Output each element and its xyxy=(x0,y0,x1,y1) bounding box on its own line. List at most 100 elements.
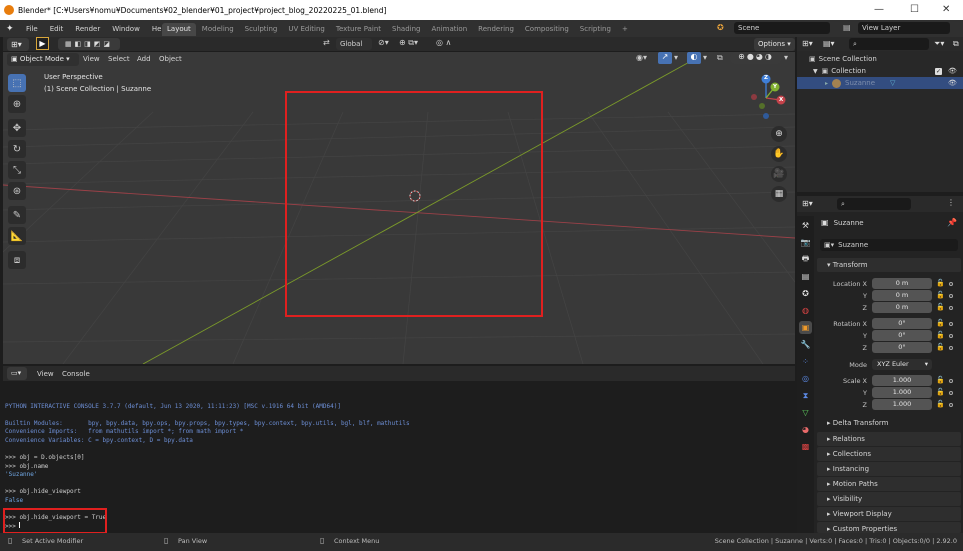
panel-custom-properties[interactable]: ▸ Custom Properties xyxy=(817,522,961,533)
properties-search-input[interactable]: ⌕ xyxy=(837,198,911,210)
lock-icon[interactable]: 🔓 xyxy=(936,319,945,327)
lock-icon[interactable]: 🔓 xyxy=(936,343,945,351)
minimize-button[interactable]: — xyxy=(874,4,884,15)
add-cube-tool-icon[interactable]: ⧈ xyxy=(8,251,26,269)
expand-arrow-icon[interactable]: ▼ xyxy=(813,68,818,75)
modifier-tab-icon[interactable]: 🔧 xyxy=(799,338,812,351)
physics-tab-icon[interactable]: ◎ xyxy=(799,372,812,385)
keyframe-dot[interactable] xyxy=(949,379,953,383)
panel-visibility[interactable]: ▸ Visibility xyxy=(817,492,961,506)
select-box-tool-icon[interactable]: ⬚ xyxy=(8,74,26,92)
tool-tab-icon[interactable]: ⚒ xyxy=(799,219,812,232)
object-name-field[interactable]: ▣▾ Suzanne xyxy=(820,239,958,251)
location-z-field[interactable]: 0 m xyxy=(872,302,932,313)
keyframe-dot[interactable] xyxy=(949,282,953,286)
tab-sculpting[interactable]: Sculpting xyxy=(240,23,283,36)
rotation-x-field[interactable]: 0° xyxy=(872,318,932,329)
properties-editor-type-icon[interactable]: ⊞▾ xyxy=(802,199,813,208)
panel-instancing[interactable]: ▸ Instancing xyxy=(817,462,961,476)
cursor-tool-icon[interactable]: ⊕ xyxy=(8,95,26,113)
zoom-icon[interactable]: ⊕ xyxy=(771,126,787,142)
keyframe-dot[interactable] xyxy=(949,306,953,310)
location-y-field[interactable]: 0 m xyxy=(872,290,932,301)
keyframe-dot[interactable] xyxy=(949,346,953,350)
editor-type-icon[interactable]: ⊞▾ xyxy=(7,38,29,51)
rotation-y-field[interactable]: 0° xyxy=(872,330,932,341)
particles-tab-icon[interactable]: ⁘ xyxy=(799,355,812,368)
visibility-eye-icon[interactable]: 👁 xyxy=(948,67,957,75)
keyframe-dot[interactable] xyxy=(949,334,953,338)
scene-selector[interactable]: Scene xyxy=(734,22,830,34)
pin-icon[interactable]: 📌 xyxy=(947,218,957,227)
overlay-dropdown-icon[interactable]: ▾ xyxy=(703,53,707,62)
output-tab-icon[interactable]: 🖶 xyxy=(799,253,812,266)
pivot-point-icon[interactable]: ⊘▾ xyxy=(378,38,389,47)
delta-transform-subpanel[interactable]: ▸ Delta Transform xyxy=(827,419,888,427)
transform-orientation-select[interactable]: Global xyxy=(336,38,372,50)
keyframe-dot[interactable] xyxy=(949,403,953,407)
maximize-button[interactable]: ☐ xyxy=(910,4,919,15)
scale-z-field[interactable]: 1.000 xyxy=(872,399,932,410)
view-layer-tab-icon[interactable]: ▤ xyxy=(799,270,812,283)
new-collection-icon[interactable]: ⧉ xyxy=(953,39,959,49)
measure-tool-icon[interactable]: 📐 xyxy=(8,227,26,245)
outliner-row-scene-collection[interactable]: ▣ Scene Collection xyxy=(809,55,877,63)
viewport-menu-object[interactable]: Object xyxy=(159,55,182,63)
gizmo-dropdown-icon[interactable]: ▾ xyxy=(674,53,678,62)
proportional-editing-icon[interactable]: ◎ ∧ xyxy=(436,38,451,47)
overlay-toggle-icon[interactable]: ◐ xyxy=(687,52,701,64)
viewport-menu-add[interactable]: Add xyxy=(137,55,151,63)
menu-window[interactable]: Window xyxy=(112,25,140,33)
expand-arrow-icon[interactable]: ▸ xyxy=(825,80,828,87)
viewport-menu-view[interactable]: View xyxy=(83,55,100,63)
world-tab-icon[interactable]: ◍ xyxy=(799,304,812,317)
object-tab-icon[interactable]: ▣ xyxy=(799,321,812,334)
tab-uv-editing[interactable]: UV Editing xyxy=(283,23,330,36)
gizmo-toggle-icon[interactable]: ↗ xyxy=(658,52,672,64)
select-mode-icons[interactable]: ▦◧◨◩◪ xyxy=(58,38,120,50)
panel-motion-paths[interactable]: ▸ Motion Paths xyxy=(817,477,961,491)
display-mode-icon[interactable]: ▤▾ xyxy=(823,39,835,48)
pan-hand-icon[interactable]: ✋ xyxy=(771,146,787,162)
visibility-icon[interactable]: ◉▾ xyxy=(636,53,647,62)
rotate-tool-icon[interactable]: ↻ xyxy=(8,140,26,158)
scene-tab-icon[interactable]: ✪ xyxy=(799,287,812,300)
camera-view-icon[interactable]: 🎥 xyxy=(771,166,787,182)
lock-icon[interactable]: 🔓 xyxy=(936,376,945,384)
close-button[interactable]: ✕ xyxy=(942,4,950,15)
view-layer-selector[interactable]: View Layer xyxy=(858,22,950,34)
panel-viewport-display[interactable]: ▸ Viewport Display xyxy=(817,507,961,521)
tab-shading[interactable]: Shading xyxy=(387,23,425,36)
3d-viewport[interactable]: User Perspective (1) Scene Collection | … xyxy=(3,52,795,364)
scale-y-field[interactable]: 1.000 xyxy=(872,387,932,398)
keyframe-dot[interactable] xyxy=(949,391,953,395)
lock-icon[interactable]: 🔓 xyxy=(936,400,945,408)
keyframe-dot[interactable] xyxy=(949,294,953,298)
texture-tab-icon[interactable]: ▩ xyxy=(799,440,812,453)
options-dropdown[interactable]: Options ▾ xyxy=(754,38,795,51)
xray-icon[interactable]: ⧉ xyxy=(717,53,723,63)
menu-edit[interactable]: Edit xyxy=(50,25,64,33)
panel-relations[interactable]: ▸ Relations xyxy=(817,432,961,446)
object-mode-select[interactable]: ▣ Object Mode ▾ xyxy=(7,53,79,66)
outliner-search-input[interactable]: ⌕ xyxy=(849,38,929,50)
rotation-mode-select[interactable]: XYZ Euler ▾ xyxy=(872,359,932,370)
add-workspace-button[interactable]: + xyxy=(617,23,633,36)
select-tool-icon[interactable]: ▶ xyxy=(36,37,49,50)
lock-icon[interactable]: 🔓 xyxy=(936,279,945,287)
move-tool-icon[interactable]: ✥ xyxy=(8,119,26,137)
location-x-field[interactable]: 0 m xyxy=(872,278,932,289)
tab-layout[interactable]: Layout xyxy=(162,23,196,36)
blender-menu-icon[interactable]: ✦ xyxy=(6,24,20,34)
menu-file[interactable]: File xyxy=(26,25,38,33)
shading-dropdown-icon[interactable]: ▾ xyxy=(784,53,788,62)
tab-rendering[interactable]: Rendering xyxy=(473,23,519,36)
panel-collections[interactable]: ▸ Collections xyxy=(817,447,961,461)
render-tab-icon[interactable]: 📷 xyxy=(799,236,812,249)
lock-icon[interactable]: 🔓 xyxy=(936,303,945,311)
keyframe-dot[interactable] xyxy=(949,322,953,326)
python-console[interactable]: PYTHON INTERACTIVE CONSOLE 3.7.7 (defaul… xyxy=(3,366,795,534)
console-editor-type-icon[interactable]: ▭▾ xyxy=(7,367,27,380)
tab-compositing[interactable]: Compositing xyxy=(520,23,574,36)
visibility-eye-icon[interactable]: 👁 xyxy=(948,79,957,87)
